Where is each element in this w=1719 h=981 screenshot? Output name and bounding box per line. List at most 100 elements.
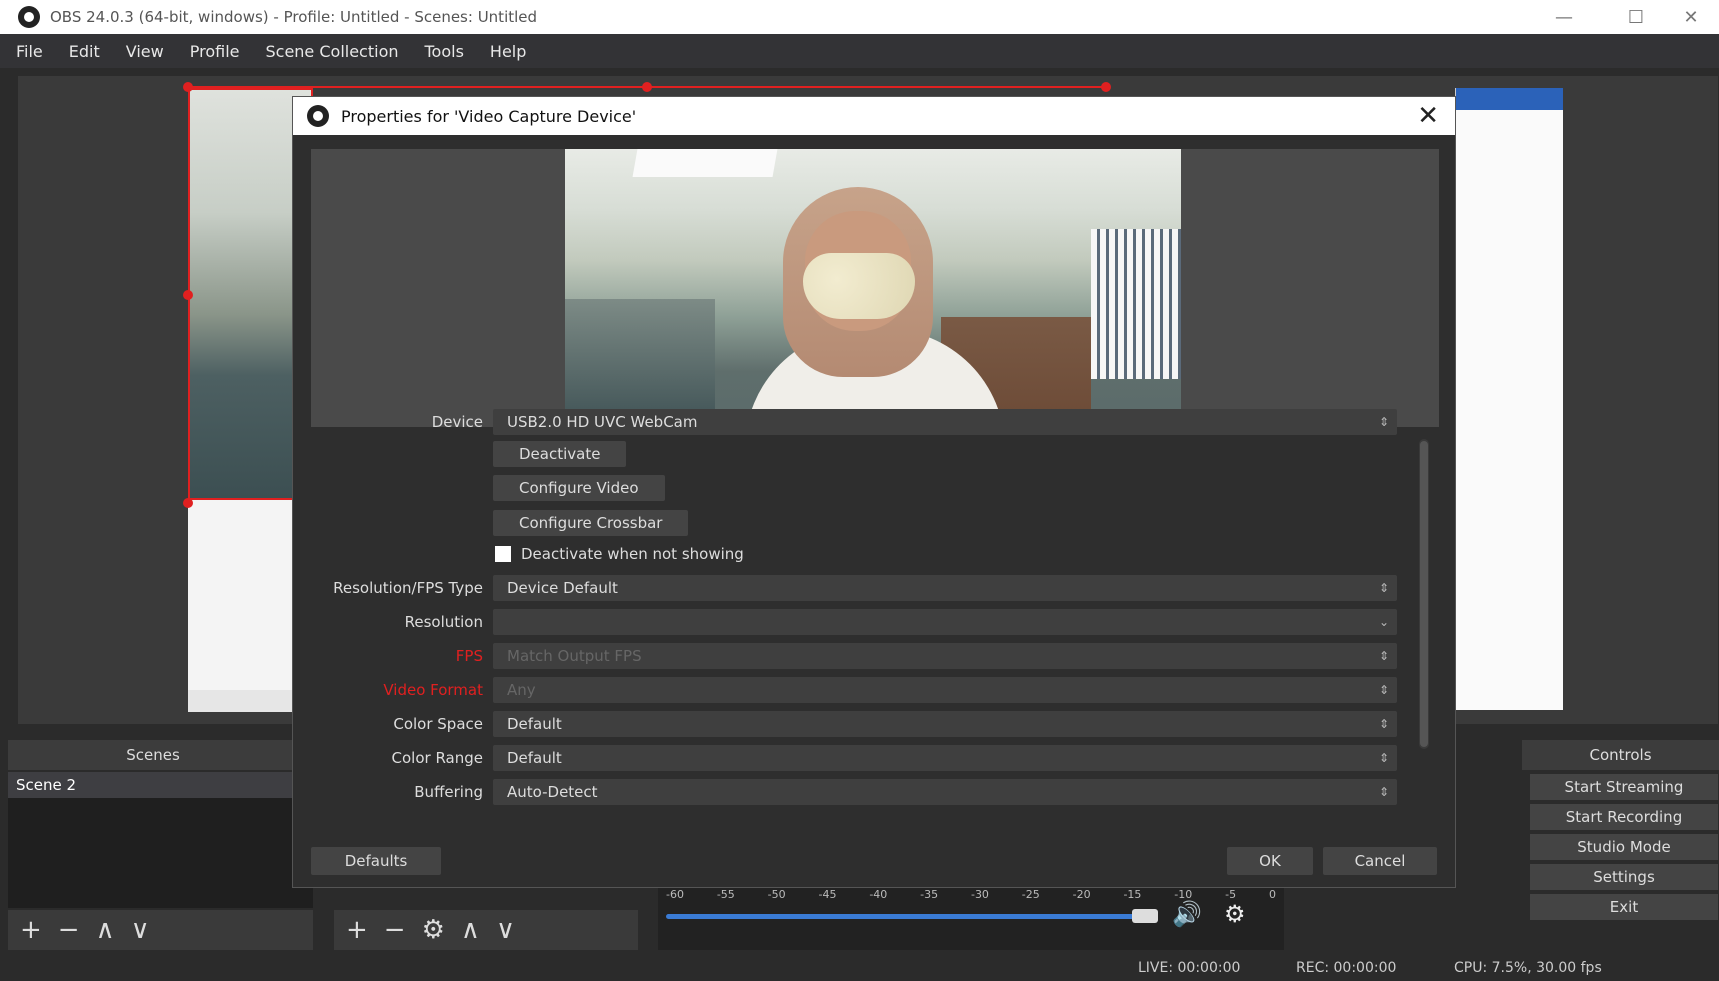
scenes-list[interactable]: Scene 2 <box>8 772 313 908</box>
updown-icon: ⇕ <box>1378 415 1389 429</box>
start-recording-button[interactable]: Start Recording <box>1530 804 1718 830</box>
video-format-value: Any <box>507 681 536 699</box>
chevron-down-icon: ⌄ <box>1378 615 1389 629</box>
sources-toolbar: + − ⚙ ∧ ∨ <box>334 910 638 950</box>
configure-video-button[interactable]: Configure Video <box>493 475 665 501</box>
menu-scene-collection[interactable]: Scene Collection <box>265 42 398 61</box>
menu-profile[interactable]: Profile <box>190 42 240 61</box>
source-down-icon[interactable]: ∨ <box>496 915 515 945</box>
scenes-dock-header: Scenes <box>8 740 298 770</box>
close-button[interactable]: ✕ <box>1663 0 1719 34</box>
resolution-fps-type-select[interactable]: Device Default ⇕ <box>493 575 1397 601</box>
color-range-select[interactable]: Default ⇕ <box>493 745 1397 771</box>
controls-dock-header: Controls <box>1522 740 1719 770</box>
move-up-icon[interactable]: ∧ <box>96 915 115 945</box>
tick-label: -55 <box>716 888 735 901</box>
add-scene-icon[interactable]: + <box>20 915 42 945</box>
add-source-icon[interactable]: + <box>346 915 368 945</box>
obs-logo-icon <box>18 6 40 28</box>
video-format-label: Video Format <box>383 681 483 699</box>
captured-window-titlebar <box>1456 88 1563 110</box>
source-preview <box>311 149 1439 427</box>
color-range-label: Color Range <box>391 749 483 767</box>
menu-view[interactable]: View <box>126 42 164 61</box>
buffering-value: Auto-Detect <box>507 783 598 801</box>
background-window <box>1091 229 1181 379</box>
mixer-gear-icon[interactable]: ⚙ <box>1224 900 1246 928</box>
resolution-fps-type-value: Device Default <box>507 579 618 597</box>
updown-icon: ⇕ <box>1378 751 1389 765</box>
list-item[interactable]: Scene 2 <box>8 772 313 798</box>
audio-mixer: -60 -55 -50 -45 -40 -35 -30 -25 -20 -15 … <box>658 878 1284 950</box>
window-titlebar: OBS 24.0.3 (64-bit, windows) - Profile: … <box>0 0 1719 34</box>
buffering-select[interactable]: Auto-Detect ⇕ <box>493 779 1397 805</box>
deactivate-button[interactable]: Deactivate <box>493 441 627 467</box>
color-range-value: Default <box>507 749 562 767</box>
remove-source-icon[interactable]: − <box>384 915 406 945</box>
ok-button[interactable]: OK <box>1227 847 1313 875</box>
source-up-icon[interactable]: ∧ <box>461 915 480 945</box>
transform-handle-ml[interactable] <box>183 290 193 300</box>
menu-bar: File Edit View Profile Scene Collection … <box>0 34 1719 68</box>
video-format-select[interactable]: Any ⇕ <box>493 677 1397 703</box>
settings-button[interactable]: Settings <box>1530 864 1718 890</box>
color-space-select[interactable]: Default ⇕ <box>493 711 1397 737</box>
obs-logo-icon <box>307 105 329 127</box>
device-select-value: USB2.0 HD UVC WebCam <box>507 413 698 431</box>
tick-label: 0 <box>1268 888 1276 901</box>
cancel-button[interactable]: Cancel <box>1323 847 1437 875</box>
resolution-select[interactable]: ⌄ <box>493 609 1397 635</box>
updown-icon: ⇕ <box>1378 683 1389 697</box>
device-label: Device <box>431 413 483 431</box>
speaker-icon[interactable]: 🔊 <box>1172 900 1202 928</box>
properties-scrollbar[interactable] <box>1419 439 1429 749</box>
resolution-fps-type-label: Resolution/FPS Type <box>333 579 483 597</box>
tick-label: -30 <box>970 888 989 901</box>
background-cabinet <box>565 299 715 427</box>
cpu-fps: CPU: 7.5%, 30.00 fps <box>1454 960 1602 976</box>
live-timer: LIVE: 00:00:00 <box>1138 960 1241 976</box>
dialog-titlebar: Properties for 'Video Capture Device' ✕ <box>293 97 1455 135</box>
start-streaming-button[interactable]: Start Streaming <box>1530 774 1718 800</box>
dialog-close-icon[interactable]: ✕ <box>1417 101 1439 131</box>
fps-value: Match Output FPS <box>507 647 642 665</box>
ceiling-light <box>632 149 778 177</box>
properties-dialog: Properties for 'Video Capture Device' ✕ … <box>292 96 1456 888</box>
scenes-toolbar: + − ∧ ∨ <box>8 910 313 950</box>
menu-edit[interactable]: Edit <box>69 42 100 61</box>
tick-label: -40 <box>869 888 888 901</box>
maximize-button[interactable]: ☐ <box>1608 0 1664 34</box>
deactivate-when-not-showing-checkbox[interactable] <box>495 546 511 562</box>
transform-handle-bl[interactable] <box>183 498 193 508</box>
tick-label: -25 <box>1021 888 1040 901</box>
transform-handle-tr[interactable] <box>1101 82 1111 92</box>
move-down-icon[interactable]: ∨ <box>131 915 150 945</box>
fps-select[interactable]: Match Output FPS ⇕ <box>493 643 1397 669</box>
volume-slider-handle[interactable] <box>1132 909 1158 923</box>
minimize-button[interactable]: — <box>1536 0 1592 34</box>
menu-tools[interactable]: Tools <box>425 42 464 61</box>
buffering-label: Buffering <box>414 783 483 801</box>
controls-dock: Controls Start Streaming Start Recording… <box>1522 740 1719 920</box>
menu-help[interactable]: Help <box>490 42 526 61</box>
defaults-button[interactable]: Defaults <box>311 847 441 875</box>
menu-file[interactable]: File <box>16 42 43 61</box>
tick-label: -35 <box>920 888 939 901</box>
remove-scene-icon[interactable]: − <box>58 915 80 945</box>
tick-label: -20 <box>1072 888 1091 901</box>
configure-crossbar-button[interactable]: Configure Crossbar <box>493 510 689 536</box>
scene-source-display-right[interactable] <box>1455 88 1563 710</box>
source-settings-gear-icon[interactable]: ⚙ <box>422 915 445 945</box>
rec-timer: REC: 00:00:00 <box>1296 960 1397 976</box>
exit-button[interactable]: Exit <box>1530 894 1718 920</box>
updown-icon: ⇕ <box>1378 649 1389 663</box>
volume-slider[interactable] <box>666 914 1136 919</box>
scrollbar-thumb[interactable] <box>1420 441 1428 747</box>
transform-handle-tm[interactable] <box>642 82 652 92</box>
studio-mode-button[interactable]: Studio Mode <box>1530 834 1718 860</box>
transform-handle-tl[interactable] <box>183 82 193 92</box>
updown-icon: ⇕ <box>1378 785 1389 799</box>
tick-label: -60 <box>666 888 684 901</box>
device-select[interactable]: USB2.0 HD UVC WebCam ⇕ <box>493 409 1397 435</box>
dialog-title: Properties for 'Video Capture Device' <box>341 106 637 126</box>
